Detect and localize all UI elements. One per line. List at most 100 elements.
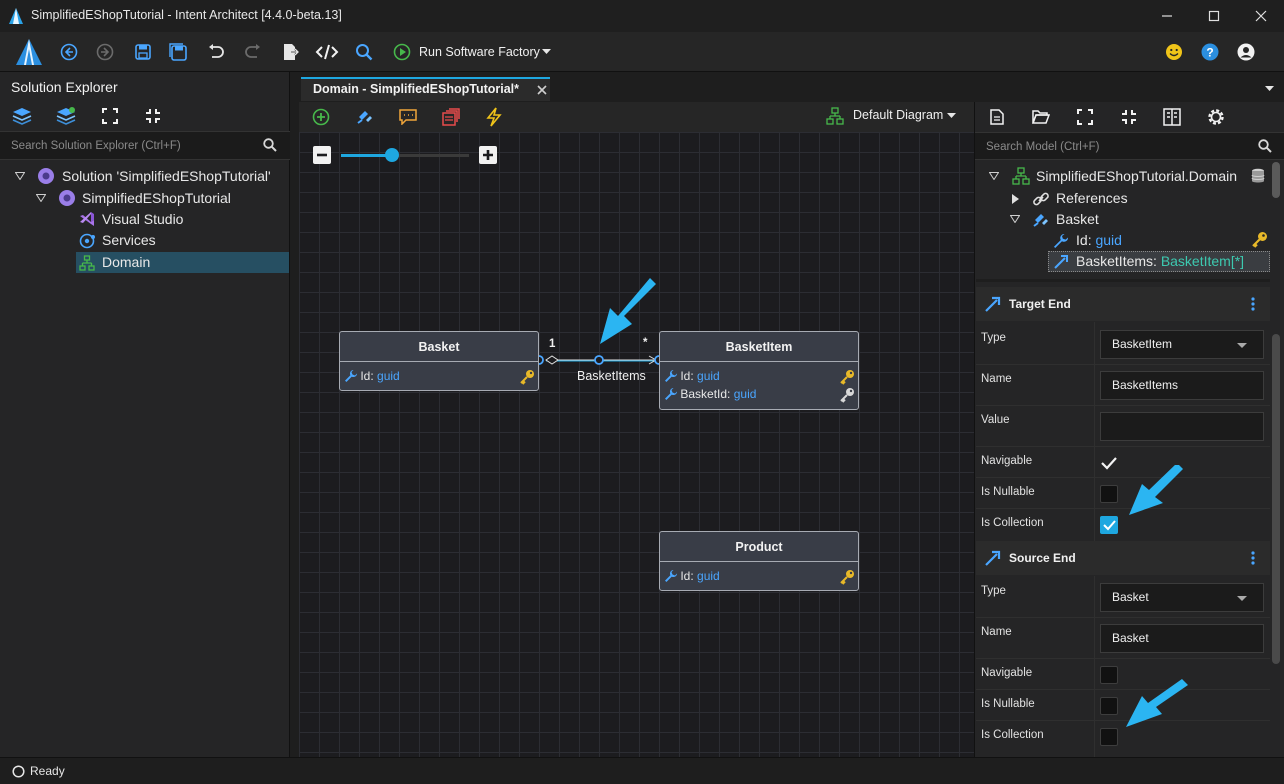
source-nullable-checkbox[interactable]	[1100, 697, 1118, 715]
forward-button[interactable]	[93, 40, 117, 64]
class-node-basket[interactable]: Basket Id: guid	[339, 331, 539, 391]
model-tree-domain[interactable]: SimplifiedEShopTutorial.Domain	[1036, 166, 1237, 187]
zoom-out-button[interactable]	[313, 146, 331, 164]
class-icon[interactable]	[356, 108, 374, 126]
target-collection-checkbox[interactable]	[1100, 516, 1118, 534]
lightning-icon[interactable]	[486, 107, 502, 127]
stereotype-icon[interactable]	[442, 108, 460, 126]
tree-item-services[interactable]: Services	[102, 230, 156, 251]
tab-domain[interactable]: Domain - SimplifiedEShopTutorial*	[301, 77, 550, 101]
class-node-basketitem[interactable]: BasketItem Id: guid BasketId: guid	[659, 331, 859, 410]
source-collection-checkbox[interactable]	[1100, 728, 1118, 746]
save-button[interactable]	[131, 40, 155, 64]
diagram-canvas[interactable]	[299, 132, 974, 757]
panel-splitter[interactable]	[290, 72, 299, 757]
column-separator	[1094, 322, 1095, 543]
save-all-icon	[169, 43, 187, 61]
search-button[interactable]	[352, 40, 376, 64]
source-type-select[interactable]: Basket	[1100, 583, 1264, 612]
search-icon[interactable]	[1258, 139, 1272, 153]
source-end-header[interactable]: Source End	[976, 541, 1270, 575]
open-folder-icon[interactable]	[1032, 110, 1050, 124]
chevron-down-icon[interactable]	[947, 113, 957, 119]
close-tab-icon[interactable]	[537, 85, 547, 95]
minimize-button[interactable]	[1144, 0, 1190, 32]
model-tree-basketitems[interactable]: BasketItems: BasketItem[*]	[1076, 251, 1244, 272]
more-options-icon[interactable]	[1251, 551, 1255, 565]
association-line[interactable]	[530, 350, 670, 370]
export-button[interactable]	[278, 40, 302, 64]
tree-item-visual-studio[interactable]: Visual Studio	[102, 209, 183, 230]
account-button[interactable]	[1234, 40, 1258, 64]
feedback-button[interactable]	[1162, 40, 1186, 64]
back-button[interactable]	[57, 40, 81, 64]
chevron-down-icon[interactable]	[542, 49, 552, 55]
class-node-product[interactable]: Product Id: guid	[659, 531, 859, 591]
redo-button[interactable]	[241, 40, 265, 64]
tree-item-solution[interactable]: Solution 'SimplifiedEShopTutorial'	[62, 166, 271, 187]
solution-explorer-panel: Solution Explorer Search Solution Explor…	[0, 72, 290, 757]
layers-alt-icon[interactable]	[56, 107, 76, 125]
association-label[interactable]: BasketItems	[577, 369, 646, 383]
properties-scrollbar[interactable]	[1272, 334, 1280, 664]
model-search-input[interactable]: Search Model (Ctrl+F)	[975, 132, 1284, 160]
model-tree-references[interactable]: References	[1056, 188, 1128, 209]
target-nullable-checkbox[interactable]	[1100, 485, 1118, 503]
expand-arrow-icon[interactable]	[1010, 215, 1020, 223]
layers-icon[interactable]	[12, 107, 32, 125]
diagram-icon[interactable]	[826, 107, 844, 125]
run-software-factory-button[interactable]	[390, 40, 414, 64]
search-icon[interactable]	[263, 138, 277, 152]
tab-menu-chevron-icon[interactable]	[1265, 86, 1275, 92]
run-software-factory-label[interactable]: Run Software Factory	[419, 45, 540, 59]
solution-search-input[interactable]: Search Solution Explorer (Ctrl+F)	[0, 131, 290, 160]
save-all-button[interactable]	[166, 40, 190, 64]
target-value-input[interactable]	[1100, 412, 1264, 441]
source-end-title: Source End	[1009, 551, 1076, 565]
add-element-icon[interactable]	[312, 108, 330, 126]
logo-icon[interactable]	[15, 37, 43, 67]
comment-icon[interactable]	[399, 109, 417, 125]
expand-all-icon[interactable]	[1077, 109, 1093, 125]
close-button[interactable]	[1238, 0, 1284, 32]
key-icon	[1252, 232, 1267, 248]
target-end-header[interactable]: Target End	[976, 287, 1270, 321]
collapse-all-icon[interactable]	[145, 108, 161, 124]
expand-arrow-icon[interactable]	[36, 194, 46, 202]
collapse-all-icon[interactable]	[1121, 109, 1137, 125]
tree-item-application[interactable]: SimplifiedEShopTutorial	[82, 188, 231, 209]
book-icon[interactable]	[1163, 108, 1181, 126]
source-name-input[interactable]: Basket	[1100, 624, 1264, 653]
expand-arrow-icon[interactable]	[989, 172, 999, 180]
target-type-select[interactable]: BasketItem	[1100, 330, 1264, 359]
code-button[interactable]	[315, 40, 339, 64]
zoom-slider[interactable]	[341, 148, 469, 162]
expand-all-icon[interactable]	[102, 108, 118, 124]
model-tree-id[interactable]: Id: guid	[1076, 230, 1122, 251]
attribute-row[interactable]: Id: guid	[664, 369, 720, 383]
attribute-row[interactable]: Id: guid	[344, 369, 400, 383]
target-navigable-checkbox[interactable]	[1100, 454, 1118, 472]
maximize-button[interactable]	[1191, 0, 1237, 32]
panel-divider[interactable]	[976, 279, 1270, 282]
attribute-row[interactable]: BasketId: guid	[664, 387, 756, 401]
source-navigable-checkbox[interactable]	[1100, 666, 1118, 684]
collapsed-arrow-icon[interactable]	[1012, 194, 1020, 204]
line-handle[interactable]	[594, 355, 604, 365]
attribute-row[interactable]: Id: guid	[664, 569, 720, 583]
model-tree-basket[interactable]: Basket	[1056, 209, 1099, 230]
model-tree-scrollbar[interactable]	[1272, 162, 1280, 198]
expand-arrow-icon[interactable]	[15, 172, 25, 180]
target-name-input[interactable]: BasketItems	[1100, 371, 1264, 400]
help-button[interactable]: ?	[1198, 40, 1222, 64]
undo-button[interactable]	[204, 40, 228, 64]
diagram-selector[interactable]: Default Diagram	[853, 108, 943, 122]
tree-item-domain[interactable]: Domain	[102, 252, 150, 273]
attribute-type: guid	[1095, 232, 1122, 248]
zoom-in-button[interactable]	[479, 146, 497, 164]
new-file-icon[interactable]	[990, 109, 1004, 125]
gear-icon[interactable]	[1206, 107, 1226, 127]
class-name: BasketItem	[660, 332, 858, 362]
more-options-icon[interactable]	[1251, 297, 1255, 311]
class-name: Basket	[340, 332, 538, 362]
